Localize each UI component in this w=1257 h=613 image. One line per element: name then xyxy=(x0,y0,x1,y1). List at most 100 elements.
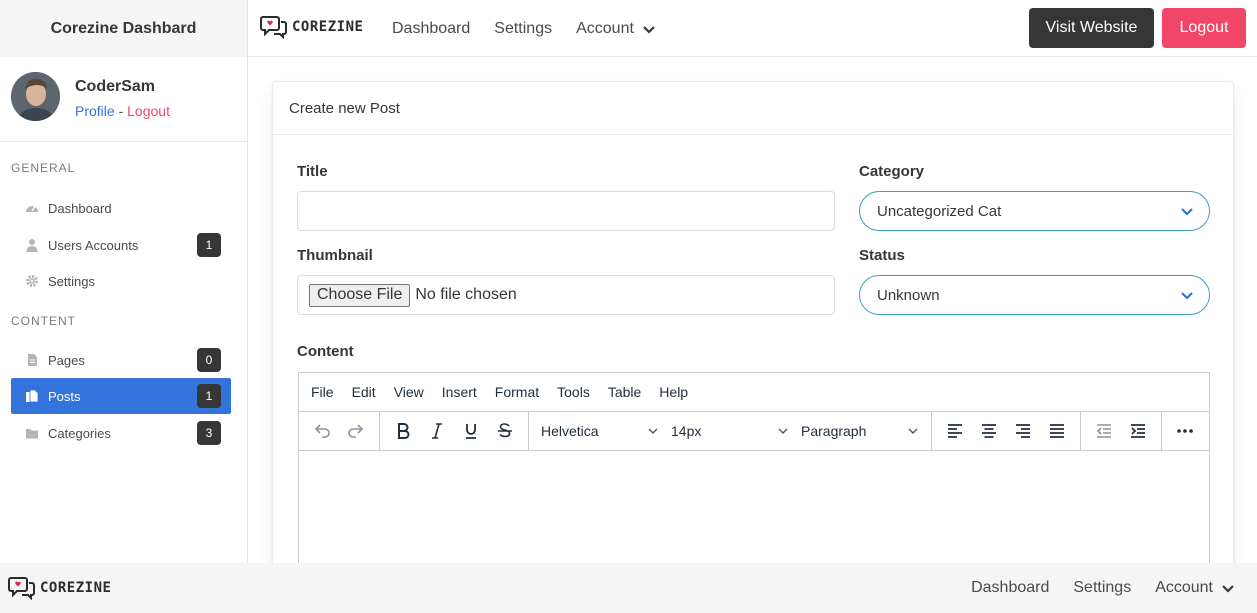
align-right-button[interactable] xyxy=(1006,415,1040,447)
align-left-button[interactable] xyxy=(938,415,972,447)
more-icon xyxy=(1177,429,1193,433)
chevron-down-icon xyxy=(1181,292,1193,300)
menu-tools[interactable]: Tools xyxy=(548,384,599,400)
chevron-down-icon xyxy=(778,428,788,434)
italic-icon xyxy=(432,423,442,439)
sidebar-item-label: Users Accounts xyxy=(48,237,139,253)
align-center-button[interactable] xyxy=(972,415,1006,447)
menu-view[interactable]: View xyxy=(385,384,433,400)
font-size-value: 14px xyxy=(671,423,702,439)
menu-insert[interactable]: Insert xyxy=(433,384,486,400)
sidebar-item-posts[interactable]: Posts 1 xyxy=(11,378,231,414)
chevron-down-icon xyxy=(648,428,658,434)
footer-nav-account-dropdown[interactable]: Account xyxy=(1143,579,1247,597)
user-name: CoderSam xyxy=(75,78,156,95)
rich-text-editor: File Edit View Insert Format Tools Table… xyxy=(298,372,1210,563)
editor-body[interactable] xyxy=(299,451,1209,563)
font-family-select[interactable]: Helvetica xyxy=(535,415,665,447)
footer-nav-dashboard[interactable]: Dashboard xyxy=(959,579,1061,597)
sidebar-item-label: Settings xyxy=(48,273,95,289)
nav-account-label: Account xyxy=(576,19,634,37)
block-format-select[interactable]: Paragraph xyxy=(795,415,925,447)
profile-link[interactable]: Profile xyxy=(75,103,115,119)
chevron-down-icon xyxy=(908,428,918,434)
sidebar-logout-link[interactable]: Logout xyxy=(127,103,170,119)
sidebar-item-users-accounts[interactable]: Users Accounts 1 xyxy=(11,227,231,263)
thumbnail-label: Thumbnail xyxy=(297,247,373,264)
folder-icon xyxy=(25,426,39,440)
indent-icon xyxy=(1131,424,1145,438)
footer-corezine-logo[interactable]: COREZINE xyxy=(8,575,111,601)
strikethrough-button[interactable] xyxy=(488,415,522,447)
nav-dashboard[interactable]: Dashboard xyxy=(380,20,482,38)
chevron-down-icon xyxy=(1181,208,1193,216)
align-right-icon xyxy=(1016,424,1030,438)
menu-label-content: Content xyxy=(11,314,76,328)
align-justify-icon xyxy=(1050,424,1064,438)
avatar[interactable] xyxy=(11,72,60,121)
menu-table[interactable]: Table xyxy=(599,384,650,400)
menu-help[interactable]: Help xyxy=(650,384,697,400)
footer-nav-account-label: Account xyxy=(1155,579,1213,596)
menu-format[interactable]: Format xyxy=(486,384,548,400)
font-family-value: Helvetica xyxy=(541,423,599,439)
chevron-down-icon xyxy=(643,25,655,34)
sidebar-item-categories[interactable]: Categories 3 xyxy=(11,415,231,451)
thumbnail-file-input[interactable]: Choose File No file chosen xyxy=(297,275,835,315)
block-format-value: Paragraph xyxy=(801,423,867,439)
italic-button[interactable] xyxy=(420,415,454,447)
indent-button[interactable] xyxy=(1121,415,1155,447)
footer: COREZINE Dashboard Settings Account xyxy=(0,563,1257,613)
category-select[interactable]: Uncategorized Cat xyxy=(859,191,1210,231)
font-size-select[interactable]: 14px xyxy=(665,415,795,447)
gauge-icon xyxy=(25,201,39,215)
status-value: Unknown xyxy=(877,286,940,304)
chat-heart-icon xyxy=(260,16,287,40)
card-title: Create new Post xyxy=(273,82,1233,135)
bold-icon xyxy=(398,423,410,439)
editor-toolbar: Helvetica 14px Paragraph xyxy=(299,412,1209,451)
choose-file-button[interactable]: Choose File xyxy=(309,283,411,307)
sidebar-item-label: Categories xyxy=(48,425,111,441)
footer-nav-settings[interactable]: Settings xyxy=(1061,579,1143,597)
logout-button[interactable]: Logout xyxy=(1162,8,1246,48)
undo-icon xyxy=(314,424,330,438)
more-group xyxy=(1162,412,1208,450)
nav-settings[interactable]: Settings xyxy=(482,20,564,38)
count-badge: 1 xyxy=(197,384,221,408)
bold-button[interactable] xyxy=(386,415,420,447)
undo-button[interactable] xyxy=(305,415,339,447)
sidebar-item-label: Dashboard xyxy=(48,200,112,216)
footer-nav: Dashboard Settings Account xyxy=(959,563,1247,613)
align-center-icon xyxy=(982,424,996,438)
more-button[interactable] xyxy=(1168,415,1202,447)
nav-account-dropdown[interactable]: Account xyxy=(564,20,668,38)
avatar-image xyxy=(11,72,60,121)
create-post-card: Create new Post Title Category Uncategor… xyxy=(272,81,1234,563)
status-select[interactable]: Unknown xyxy=(859,275,1210,315)
gear-icon xyxy=(25,274,39,288)
outdent-button[interactable] xyxy=(1087,415,1121,447)
align-justify-button[interactable] xyxy=(1040,415,1074,447)
align-left-icon xyxy=(948,424,962,438)
sidebar-item-dashboard[interactable]: Dashboard xyxy=(11,190,231,226)
status-label: Status xyxy=(859,247,905,264)
redo-icon xyxy=(348,424,364,438)
underline-button[interactable] xyxy=(454,415,488,447)
logo-text: COREZINE xyxy=(40,580,112,596)
sidebar-item-pages[interactable]: Pages 0 xyxy=(11,342,231,378)
history-group xyxy=(299,412,380,450)
visit-website-button[interactable]: Visit Website xyxy=(1029,8,1154,48)
files-icon xyxy=(25,389,39,403)
dashboard-brand-title[interactable]: Corezine Dashbard xyxy=(0,0,248,57)
title-input[interactable] xyxy=(297,191,835,231)
menu-file[interactable]: File xyxy=(302,384,343,400)
align-group xyxy=(932,412,1081,450)
redo-button[interactable] xyxy=(339,415,373,447)
corezine-logo[interactable]: COREZINE xyxy=(260,14,363,40)
sidebar-item-settings[interactable]: Settings xyxy=(11,263,231,299)
menu-edit[interactable]: Edit xyxy=(343,384,385,400)
user-panel: CoderSam Profile - Logout xyxy=(0,57,247,142)
main-content: Create new Post Title Category Uncategor… xyxy=(248,57,1257,563)
category-label: Category xyxy=(859,163,925,180)
